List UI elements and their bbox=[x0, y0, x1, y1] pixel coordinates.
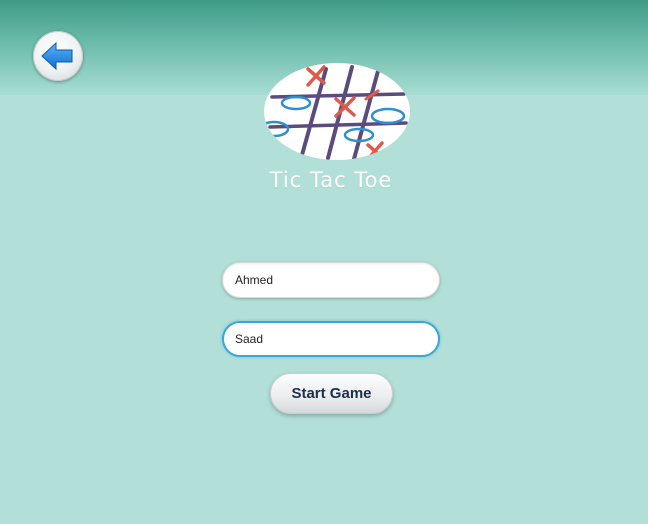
tic-tac-toe-board-icon bbox=[264, 63, 410, 160]
app-title: Tic Tac Toe bbox=[269, 168, 393, 192]
back-button[interactable] bbox=[33, 31, 83, 81]
start-game-button[interactable]: Start Game bbox=[270, 373, 393, 414]
player1-name-input[interactable] bbox=[222, 262, 440, 298]
player2-name-input[interactable] bbox=[222, 321, 440, 357]
arrow-left-icon bbox=[41, 41, 73, 71]
